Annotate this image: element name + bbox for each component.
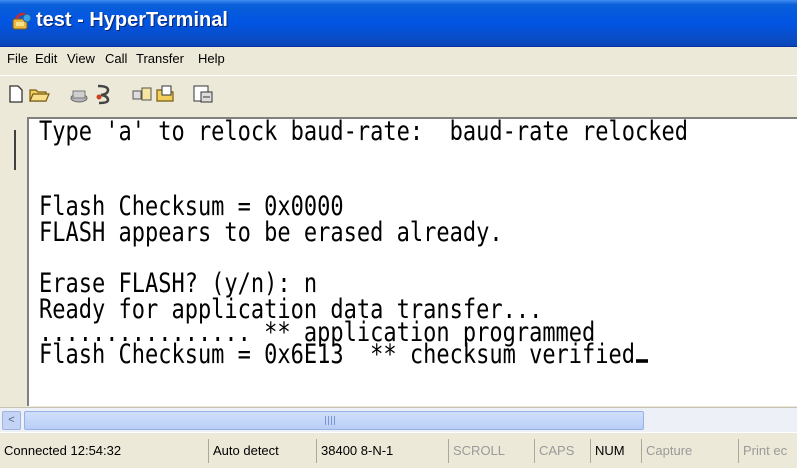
- menu-bar: File Edit View Call Transfer Help: [0, 47, 797, 74]
- menu-edit[interactable]: Edit: [35, 51, 57, 66]
- gutter-divider: [14, 130, 16, 170]
- terminal-line-10-text: Flash Checksum = 0x6E13 ** checksum veri…: [39, 340, 636, 370]
- terminal-line-1: Type 'a' to relock baud-rate: baud-rate …: [39, 117, 689, 147]
- receive-icon[interactable]: [154, 83, 176, 105]
- status-connected: Connected 12:54:32: [4, 443, 122, 458]
- status-capture: Capture: [641, 439, 692, 463]
- scrollbar-grip: [325, 416, 337, 425]
- scroll-left-button[interactable]: <: [2, 411, 21, 430]
- disconnect-icon[interactable]: [93, 83, 115, 105]
- scrollbar-thumb[interactable]: [24, 411, 644, 430]
- status-bar: Connected 12:54:32 Auto detect 38400 8-N…: [0, 432, 797, 468]
- terminal-line-5: FLASH appears to be erased already.: [39, 218, 503, 248]
- title-bar[interactable]: test - HyperTerminal: [0, 0, 797, 47]
- menu-call[interactable]: Call: [105, 51, 127, 66]
- new-connection-icon[interactable]: [5, 83, 27, 105]
- status-caps: CAPS: [534, 439, 574, 463]
- open-icon[interactable]: [28, 83, 50, 105]
- status-num: NUM: [590, 439, 625, 463]
- hyperterminal-app-icon: [12, 12, 32, 30]
- menu-file[interactable]: File: [7, 51, 28, 66]
- window-title: test - HyperTerminal: [36, 9, 228, 31]
- terminal-line-10: Flash Checksum = 0x6E13 ** checksum veri…: [39, 340, 649, 370]
- menu-view[interactable]: View: [67, 51, 95, 66]
- send-icon[interactable]: [131, 83, 153, 105]
- status-scroll: SCROLL: [448, 439, 505, 463]
- menu-transfer[interactable]: Transfer: [136, 51, 184, 66]
- status-print-echo: Print ec: [738, 439, 787, 463]
- toolbar: [0, 75, 797, 113]
- menu-help[interactable]: Help: [198, 51, 225, 66]
- properties-icon[interactable]: [192, 83, 214, 105]
- horizontal-scrollbar[interactable]: <: [0, 407, 797, 432]
- status-detect: Auto detect: [208, 439, 279, 463]
- text-cursor: [636, 359, 649, 363]
- status-settings: 38400 8-N-1: [316, 439, 393, 463]
- connect-icon[interactable]: [68, 83, 90, 105]
